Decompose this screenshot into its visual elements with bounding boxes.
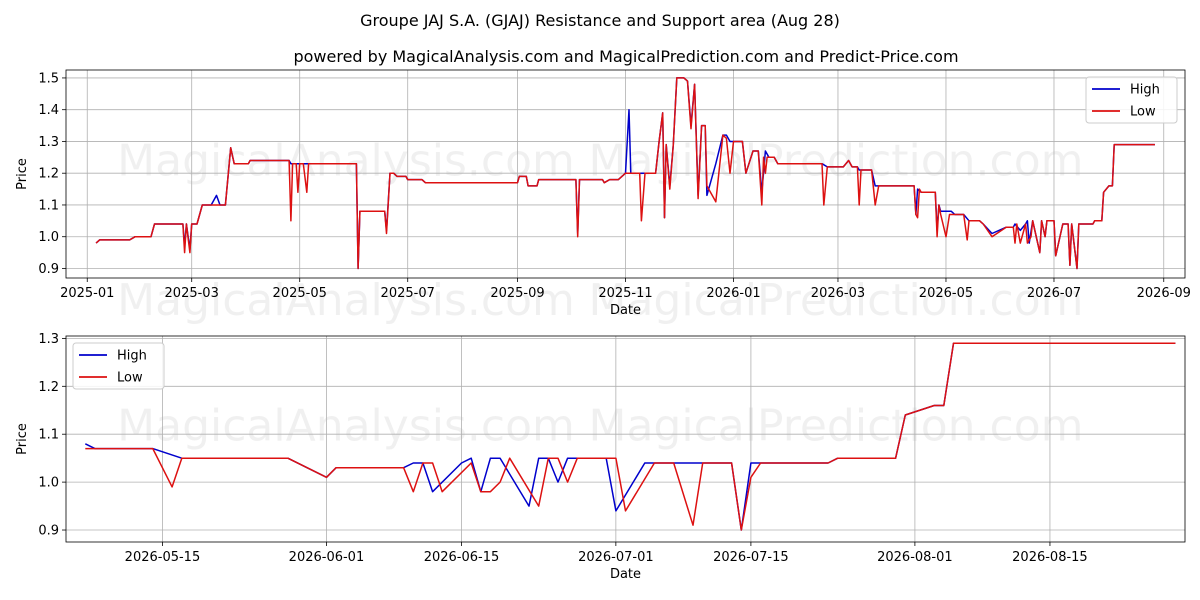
y-tick-label: 1.2 bbox=[38, 167, 59, 182]
legend-label-high: High bbox=[1130, 83, 1160, 98]
y-tick-label: 1.2 bbox=[38, 380, 59, 395]
x-tick-label: 2026-07 bbox=[1027, 286, 1081, 301]
y-tick-label: 1.0 bbox=[38, 476, 59, 491]
watermark-analysis: MagicalAnalysis.com bbox=[117, 135, 575, 186]
watermark-prediction: MagicalPrediction.com bbox=[589, 401, 1084, 452]
legend-label-low: Low bbox=[1130, 105, 1156, 120]
legend: High Low bbox=[1085, 76, 1178, 124]
x-tick-label: 2026-08-15 bbox=[1012, 550, 1088, 565]
y-tick-label: 0.9 bbox=[38, 524, 59, 539]
x-tick-label: 2026-01 bbox=[706, 286, 760, 301]
x-tick-label: 2026-08-01 bbox=[877, 550, 953, 565]
x-tick-label: 2025-01 bbox=[60, 286, 114, 301]
x-tick-label: 2026-07-01 bbox=[578, 550, 654, 565]
chart-subtitle: powered by MagicalAnalysis.com and Magic… bbox=[293, 47, 958, 66]
y-tick-label: 0.9 bbox=[38, 262, 59, 277]
x-tick-label: 2026-07-15 bbox=[713, 550, 789, 565]
x-tick-label: 2025-09 bbox=[490, 286, 544, 301]
x-tick-label: 2025-07 bbox=[381, 286, 435, 301]
y-axis-label: Price bbox=[15, 423, 30, 455]
watermark-analysis: MagicalAnalysis.com bbox=[117, 401, 575, 452]
y-tick-label: 1.0 bbox=[38, 230, 59, 245]
x-axis-label: Date bbox=[610, 303, 641, 318]
y-tick-label: 1.4 bbox=[38, 103, 59, 118]
x-tick-label: 2026-06-01 bbox=[289, 550, 365, 565]
x-tick-label: 2025-05 bbox=[273, 286, 327, 301]
x-tick-label: 2025-11 bbox=[598, 286, 652, 301]
x-tick-label: 2026-09 bbox=[1137, 286, 1191, 301]
chart-title: Groupe JAJ S.A. (GJAJ) Resistance and Su… bbox=[360, 11, 840, 30]
y-tick-label: 1.3 bbox=[38, 135, 59, 150]
y-tick-label: 1.1 bbox=[38, 198, 59, 213]
legend: High Low bbox=[72, 342, 165, 390]
x-tick-label: 2026-05-15 bbox=[125, 550, 201, 565]
y-tick-label: 1.5 bbox=[38, 71, 59, 86]
chart-figure: Groupe JAJ S.A. (GJAJ) Resistance and Su… bbox=[0, 0, 1200, 600]
y-axis-label: Price bbox=[15, 158, 30, 190]
x-tick-label: 2025-03 bbox=[165, 286, 219, 301]
x-tick-label: 2026-03 bbox=[811, 286, 865, 301]
x-axis-label: Date bbox=[610, 567, 641, 582]
x-tick-label: 2026-06-15 bbox=[424, 550, 500, 565]
legend-label-high: High bbox=[117, 349, 147, 364]
x-tick-label: 2026-05 bbox=[919, 286, 973, 301]
y-tick-label: 1.3 bbox=[38, 332, 59, 347]
legend-label-low: Low bbox=[117, 371, 143, 386]
y-tick-label: 1.1 bbox=[38, 428, 59, 443]
